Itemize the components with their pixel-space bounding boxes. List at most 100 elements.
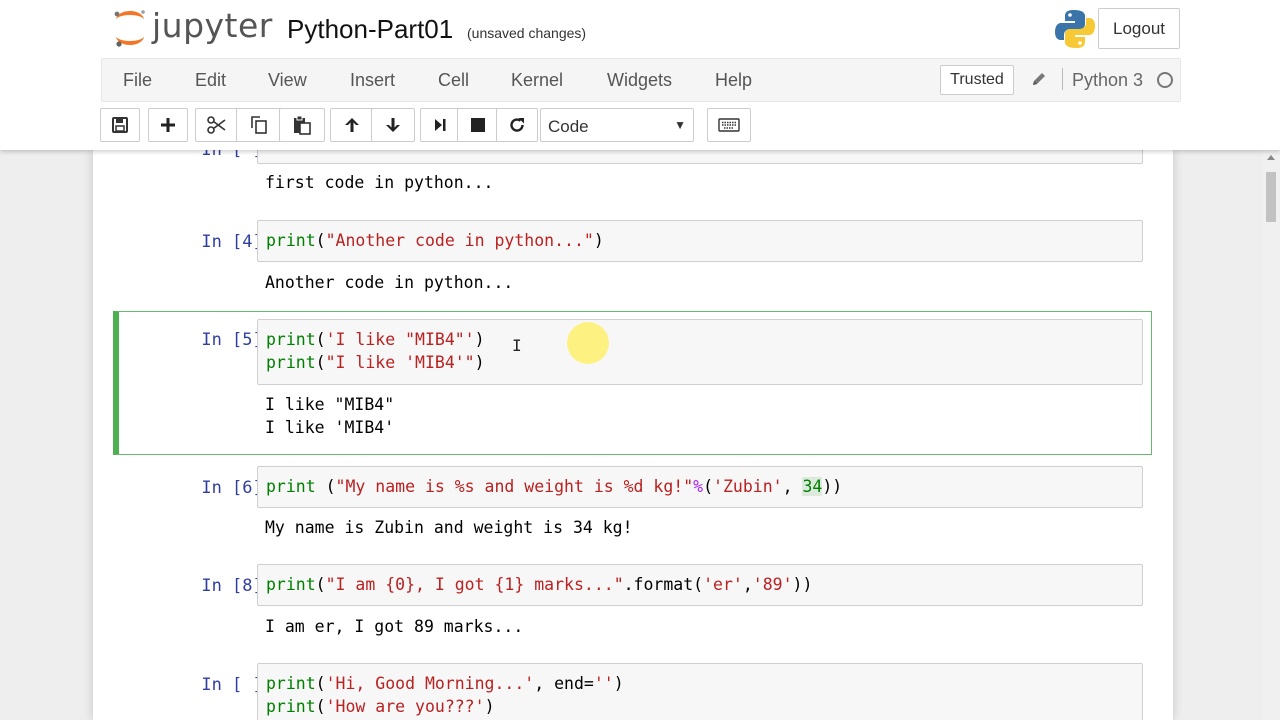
cell-output: Another code in python... xyxy=(265,273,514,292)
save-button[interactable] xyxy=(100,108,140,142)
code-cell[interactable]: In [ ]: print('Hi, Good Morning...', end… xyxy=(113,663,1151,720)
cell-type-select[interactable]: Code ▼ xyxy=(540,108,694,142)
code-cell[interactable]: In [4]: print("Another code in python...… xyxy=(113,220,1151,300)
mouse-cursor-highlight xyxy=(567,322,609,364)
code-token: print xyxy=(266,575,316,594)
code-token: ( xyxy=(315,674,326,693)
code-token: print xyxy=(266,330,316,349)
run-cell-button[interactable] xyxy=(420,108,460,142)
arrow-down-icon xyxy=(386,118,400,132)
logout-button[interactable]: Logout xyxy=(1098,8,1180,49)
code-token: 'I like "MIB4"' xyxy=(325,330,475,349)
code-token: ( xyxy=(315,330,326,349)
code-token: ( xyxy=(315,231,326,250)
code-line: print("I am {0}, I got {1} marks...".for… xyxy=(266,575,812,594)
code-token: 34 xyxy=(802,477,823,496)
code-cell[interactable]: In [8]: print("I am {0}, I got {1} marks… xyxy=(113,564,1151,644)
code-token: print xyxy=(266,353,316,372)
text-cursor-icon: I xyxy=(512,336,522,355)
code-token: ( xyxy=(703,477,714,496)
code-line: print("I like 'MIB4'") xyxy=(266,353,485,372)
code-line: print('How are you???') xyxy=(266,697,495,716)
cut-button[interactable] xyxy=(195,108,239,142)
keyboard-icon xyxy=(718,118,740,132)
code-token: 'Zubin' xyxy=(713,477,783,496)
paste-icon xyxy=(294,115,311,135)
scissors-icon xyxy=(207,116,226,134)
code-token: ) xyxy=(474,353,485,372)
code-token: print xyxy=(266,231,316,250)
notebook-header: jupyter Python-Part01 (unsaved changes) … xyxy=(0,0,1280,150)
copy-icon xyxy=(251,116,267,134)
page-scrollbar[interactable] xyxy=(1262,150,1280,720)
code-token: ) xyxy=(613,674,624,693)
cell-input[interactable]: print('Hi, Good Morning...', end='') pri… xyxy=(257,663,1143,720)
cell-input[interactable]: print("Another code in python...") xyxy=(257,220,1143,262)
notebook-name[interactable]: Python-Part01 xyxy=(287,14,453,45)
cell-output: I like "MIB4" xyxy=(265,395,395,414)
trusted-button[interactable]: Trusted xyxy=(940,65,1014,95)
code-line: print ("My name is %s and weight is %d k… xyxy=(266,477,842,496)
cell-output: My name is Zubin and weight is 34 kg! xyxy=(265,518,633,537)
code-token: 'Hi, Good Morning...' xyxy=(325,674,535,693)
stop-icon xyxy=(471,118,485,132)
menu-insert[interactable]: Insert xyxy=(350,70,395,91)
paste-button[interactable] xyxy=(279,108,325,142)
code-token: , end= xyxy=(534,674,594,693)
code-token: ( xyxy=(315,575,326,594)
code-token: 'er' xyxy=(703,575,743,594)
toolbar: Code ▼ xyxy=(100,108,1180,144)
menu-kernel[interactable]: Kernel xyxy=(511,70,563,91)
code-token: .format( xyxy=(623,575,704,594)
code-token: "Another code in python..." xyxy=(325,231,594,250)
menu-widgets[interactable]: Widgets xyxy=(607,70,672,91)
cell-input[interactable] xyxy=(257,150,1143,164)
menu-file[interactable]: File xyxy=(123,70,152,91)
code-cell-selected[interactable]: In [5]: print('I like "MIB4"') print("I … xyxy=(113,311,1152,455)
code-token: ) xyxy=(593,231,604,250)
kernel-divider xyxy=(1062,68,1063,90)
menu-cell[interactable]: Cell xyxy=(438,70,469,91)
move-up-button[interactable] xyxy=(330,108,374,142)
step-forward-icon xyxy=(435,119,446,131)
restart-kernel-button[interactable] xyxy=(496,108,538,142)
save-status: (unsaved changes) xyxy=(467,25,587,41)
cell-type-value: Code xyxy=(548,117,589,136)
cell-input[interactable]: print("I am {0}, I got {1} marks...".for… xyxy=(257,564,1143,606)
cell-input[interactable]: print('I like "MIB4"') print("I like 'MI… xyxy=(257,319,1143,385)
code-token: 'How are you???' xyxy=(325,697,485,716)
notebook-container: In [ ]: first code in python... In [4]: … xyxy=(93,150,1173,720)
kernel-name[interactable]: Python 3 xyxy=(1072,70,1143,91)
code-token: print xyxy=(266,477,316,496)
chevron-down-icon: ▼ xyxy=(674,118,686,132)
menubar: File Edit View Insert Cell Kernel Widget… xyxy=(101,58,1181,102)
scroll-up-arrow-icon[interactable] xyxy=(1267,155,1275,160)
code-token: , xyxy=(782,477,803,496)
code-line: print('Hi, Good Morning...', end='') xyxy=(266,674,624,693)
copy-button[interactable] xyxy=(236,108,282,142)
restart-icon xyxy=(510,118,524,132)
move-down-button[interactable] xyxy=(371,108,415,142)
cell-output: I am er, I got 89 marks... xyxy=(265,617,524,636)
menu-edit[interactable]: Edit xyxy=(195,70,226,91)
command-palette-button[interactable] xyxy=(707,108,751,142)
menu-help[interactable]: Help xyxy=(715,70,752,91)
code-token: ) xyxy=(474,330,485,349)
interrupt-kernel-button[interactable] xyxy=(457,108,499,142)
insert-cell-button[interactable] xyxy=(148,108,188,142)
code-token: ( xyxy=(315,477,336,496)
pencil-icon[interactable] xyxy=(1030,70,1048,88)
plus-icon xyxy=(161,118,175,132)
cell-output: I like 'MIB4' xyxy=(265,418,395,437)
jupyter-wordmark[interactable]: jupyter xyxy=(152,6,273,45)
cell-input[interactable]: print ("My name is %s and weight is %d k… xyxy=(257,466,1143,508)
code-token: % xyxy=(693,477,704,496)
code-cell[interactable]: In [ ]: first code in python... xyxy=(113,150,1151,200)
code-cell[interactable]: In [6]: print ("My name is %s and weight… xyxy=(113,466,1151,546)
code-token: ( xyxy=(315,353,326,372)
menu-view[interactable]: View xyxy=(268,70,307,91)
scrollbar-thumb[interactable] xyxy=(1266,172,1276,222)
code-token: "I am {0}, I got {1} marks..." xyxy=(325,575,624,594)
cell-output: first code in python... xyxy=(265,173,494,192)
code-line: print("Another code in python...") xyxy=(266,231,604,250)
